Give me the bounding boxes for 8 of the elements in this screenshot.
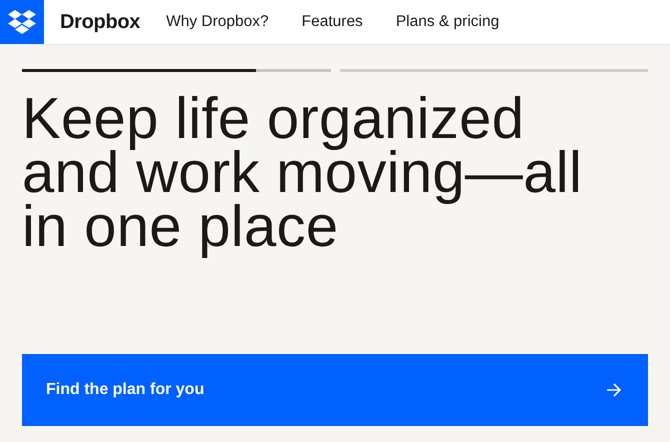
nav-link[interactable]: Plans & pricing <box>396 13 500 31</box>
box-logo-icon <box>8 10 36 34</box>
nav-link[interactable]: Why Dropbox? <box>166 13 269 31</box>
brand-name: Dropbox <box>60 10 140 34</box>
nav-link[interactable]: Features <box>302 13 363 31</box>
arrow-right-icon <box>606 383 622 397</box>
find-plan-button[interactable]: Find the plan for you <box>22 354 648 426</box>
logo-tile[interactable] <box>0 0 44 44</box>
